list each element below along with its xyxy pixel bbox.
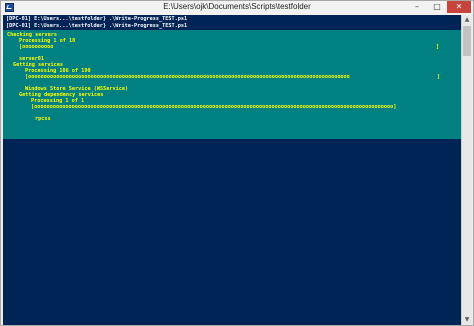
progress-bar: [oooooooooo [19, 44, 54, 50]
progress-bar-end: ] [437, 74, 441, 80]
console-output: [DPC-01] E:\Users...\testfolder} .\Write… [6, 16, 187, 29]
powershell-window: E:\Users\ojk\Documents\Scripts\testfolde… [0, 0, 474, 326]
progress-bar: [ooooooooooooooooooooooooooooooooooooooo… [31, 104, 397, 110]
console-line: [DPC-01] E:\Users...\testfolder} .\Write… [6, 16, 188, 22]
vertical-scrollbar[interactable]: ▲ ▼ [461, 15, 472, 325]
scroll-up-arrow-icon[interactable]: ▲ [462, 15, 472, 25]
window-title: E:\Users\ojk\Documents\Scripts\testfolde… [163, 2, 311, 11]
close-button[interactable]: ✕ [447, 1, 471, 13]
maximize-button[interactable]: □ [427, 1, 447, 13]
minimize-button[interactable]: – [407, 1, 427, 13]
title-bar[interactable]: E:\Users\ojk\Documents\Scripts\testfolde… [1, 1, 473, 16]
console-area[interactable]: [DPC-01] E:\Users...\testfolder} .\Write… [3, 15, 462, 325]
progress-bar: [ooooooooooooooooooooooooooooooooooooooo… [25, 74, 350, 80]
scrollbar-thumb[interactable] [463, 26, 471, 56]
console-line: [DPC-01] E:\Users...\testfolder} .\Write… [6, 22, 188, 29]
scroll-down-arrow-icon[interactable]: ▼ [462, 315, 472, 325]
window-controls: – □ ✕ [407, 1, 471, 14]
progress-display: Checking servers Processing 1 of 10 [ooo… [3, 30, 462, 139]
current-item: rpcss [35, 116, 51, 122]
progress-bar-end: ] [436, 44, 440, 50]
